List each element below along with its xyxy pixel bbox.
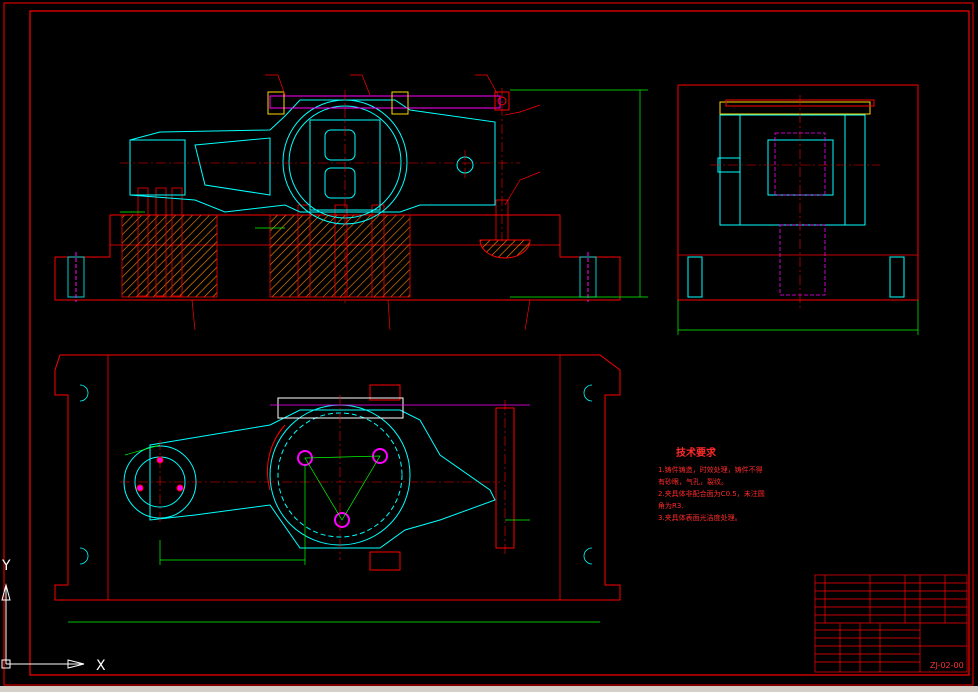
ucs-y-label: Y <box>1 558 11 574</box>
drawing-number: ZJ-02-00 <box>930 661 964 670</box>
tech-line: 3.夹具体表面光洁度处理。 <box>658 513 742 522</box>
title-block <box>814 574 968 673</box>
side-view <box>677 84 919 335</box>
tech-line: 角为R3. <box>658 501 684 510</box>
tech-line: 有砂眼，气孔，裂纹。 <box>658 477 728 486</box>
top-view <box>54 354 621 623</box>
front-view <box>54 74 648 331</box>
ucs-x-label: X <box>96 658 106 674</box>
cad-canvas[interactable]: 技术要求 1.铸件铸造，时效处理，铸件不得 有砂眼，气孔，裂纹。 2.夹具体非配… <box>0 0 978 692</box>
tech-title: 技术要求 <box>676 446 717 459</box>
tech-line: 1.铸件铸造，时效处理，铸件不得 <box>658 465 763 474</box>
drawing-frame <box>29 10 970 676</box>
layout-tab-bar[interactable] <box>0 686 978 692</box>
tech-line: 2.夹具体非配合面为C0.5，未注圆 <box>658 489 765 498</box>
tech-requirements: 技术要求 1.铸件铸造，时效处理，铸件不得 有砂眼，气孔，裂纹。 2.夹具体非配… <box>658 446 765 522</box>
ucs-icon <box>1 583 85 669</box>
